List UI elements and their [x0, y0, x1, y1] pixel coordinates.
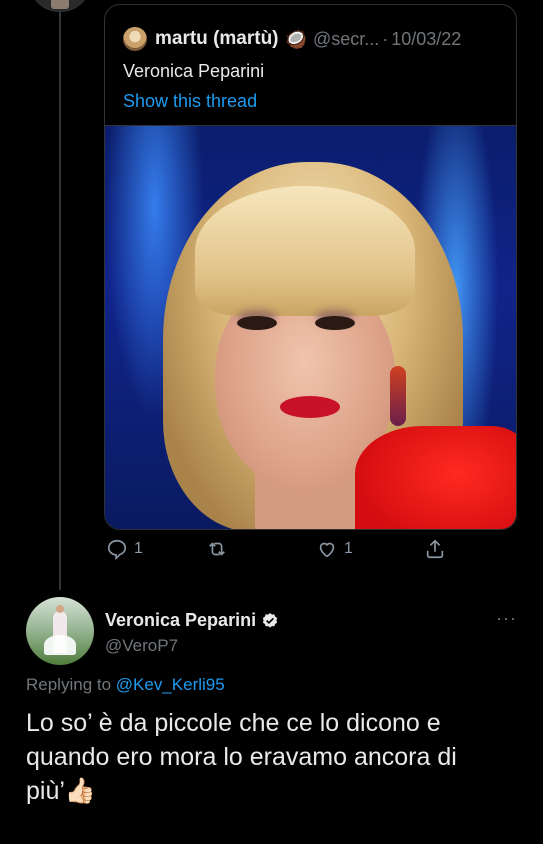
- replying-to-prefix: Replying to: [26, 675, 112, 694]
- show-thread-link[interactable]: Show this thread: [123, 91, 257, 112]
- photo-bangs: [195, 186, 415, 316]
- reply-action[interactable]: 1: [106, 538, 143, 560]
- retweet-icon: [209, 542, 225, 556]
- heart-icon: [319, 542, 335, 558]
- quoted-author-name[interactable]: martu (martù): [155, 28, 279, 50]
- reply-author-name-row[interactable]: Veronica Peparini: [105, 610, 279, 631]
- avatar-dress: [44, 635, 76, 655]
- replying-to-line: Replying to @Kev_Kerli95: [26, 675, 225, 695]
- quoted-tweet-date[interactable]: 10/03/22: [391, 29, 461, 50]
- share-icon: [426, 539, 444, 559]
- like-action[interactable]: 1: [316, 538, 353, 560]
- quoted-tweet-header: martu (martù) 🥥 @secr... · 10/03/22: [123, 27, 461, 51]
- thread-connector-line: [59, 12, 61, 590]
- parent-tweet-avatar[interactable]: [28, 0, 92, 12]
- verified-badge-icon: [262, 612, 278, 628]
- photo-right-eye: [315, 316, 355, 330]
- quoted-tweet-photo[interactable]: [105, 126, 516, 529]
- more-options-icon[interactable]: ···: [496, 608, 517, 629]
- quoted-tweet-actions: 1 1: [0, 538, 543, 566]
- reply-tweet-text: Lo so’ è da piccole che ce lo dicono e q…: [26, 709, 457, 805]
- retweet-action[interactable]: [206, 538, 234, 560]
- photo-left-eye: [237, 316, 277, 330]
- quoted-author-handle[interactable]: @secr...: [313, 29, 379, 50]
- quoted-tweet-card[interactable]: martu (martù) 🥥 @secr... · 10/03/22 Vero…: [104, 4, 517, 530]
- reply-icon: [107, 539, 127, 560]
- photo-earring: [390, 366, 406, 426]
- photo-red-dress: [355, 426, 516, 529]
- photo-lips: [280, 396, 340, 418]
- separator-dot: ·: [382, 28, 389, 49]
- reply-author-name[interactable]: Veronica Peparini: [105, 610, 256, 631]
- quoted-author-avatar[interactable]: [123, 27, 147, 51]
- reply-author-avatar[interactable]: [26, 597, 94, 665]
- replying-to-handle-link[interactable]: @Kev_Kerli95: [116, 675, 225, 694]
- quoted-tweet-text: Veronica Peparini: [123, 61, 265, 81]
- share-action[interactable]: [424, 538, 446, 560]
- coconut-emoji-icon: 🥥: [284, 28, 307, 49]
- reply-author-handle[interactable]: @VeroP7: [105, 636, 178, 656]
- like-count: 1: [344, 540, 353, 557]
- reply-count: 1: [134, 540, 143, 557]
